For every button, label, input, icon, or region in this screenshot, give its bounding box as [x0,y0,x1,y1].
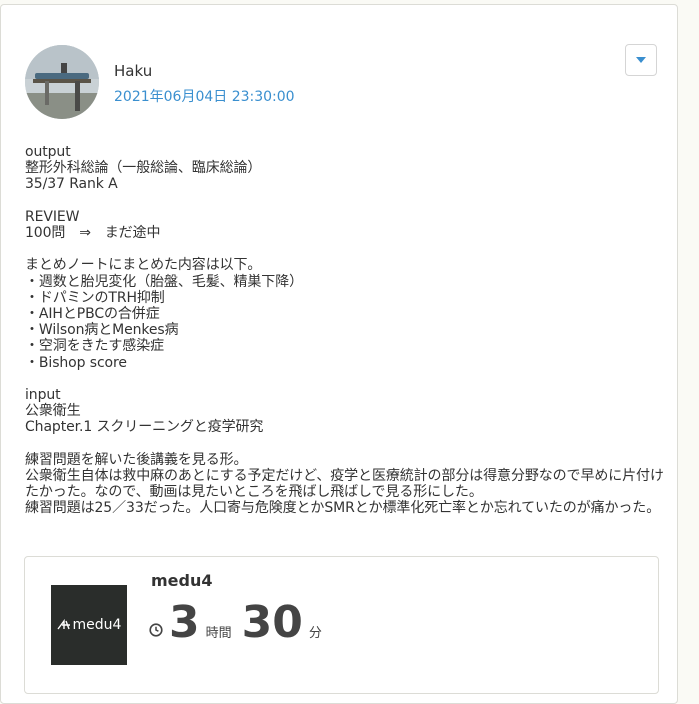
author-name[interactable]: Haku [114,61,152,81]
material-logo: medu4 [51,585,127,665]
post-card: Haku 2021年06月04日 23:30:00 output 整形外科総論（… [0,4,678,704]
hours-unit: 時間 [205,626,232,641]
avatar-image [25,45,99,119]
duration-hours: 3 [169,597,200,648]
minutes-unit: 分 [308,626,322,641]
study-record-card[interactable]: medu4 medu4 3 時間 30 分 [24,556,659,694]
clock-icon [149,623,163,637]
material-title[interactable]: medu4 [151,571,213,590]
post-body: output 整形外科総論（一般総論、臨床総論） 35/37 Rank A RE… [25,144,664,517]
post-timestamp[interactable]: 2021年06月04日 23:30:00 [114,87,295,107]
logo-label: medu4 [72,617,122,633]
duration-minutes: 30 [241,597,303,648]
medu4-mark-icon [56,619,70,630]
post-menu-button[interactable] [625,44,657,76]
avatar[interactable] [25,45,99,119]
chevron-down-icon [636,57,646,63]
study-duration: 3 時間 30 分 [149,595,332,651]
